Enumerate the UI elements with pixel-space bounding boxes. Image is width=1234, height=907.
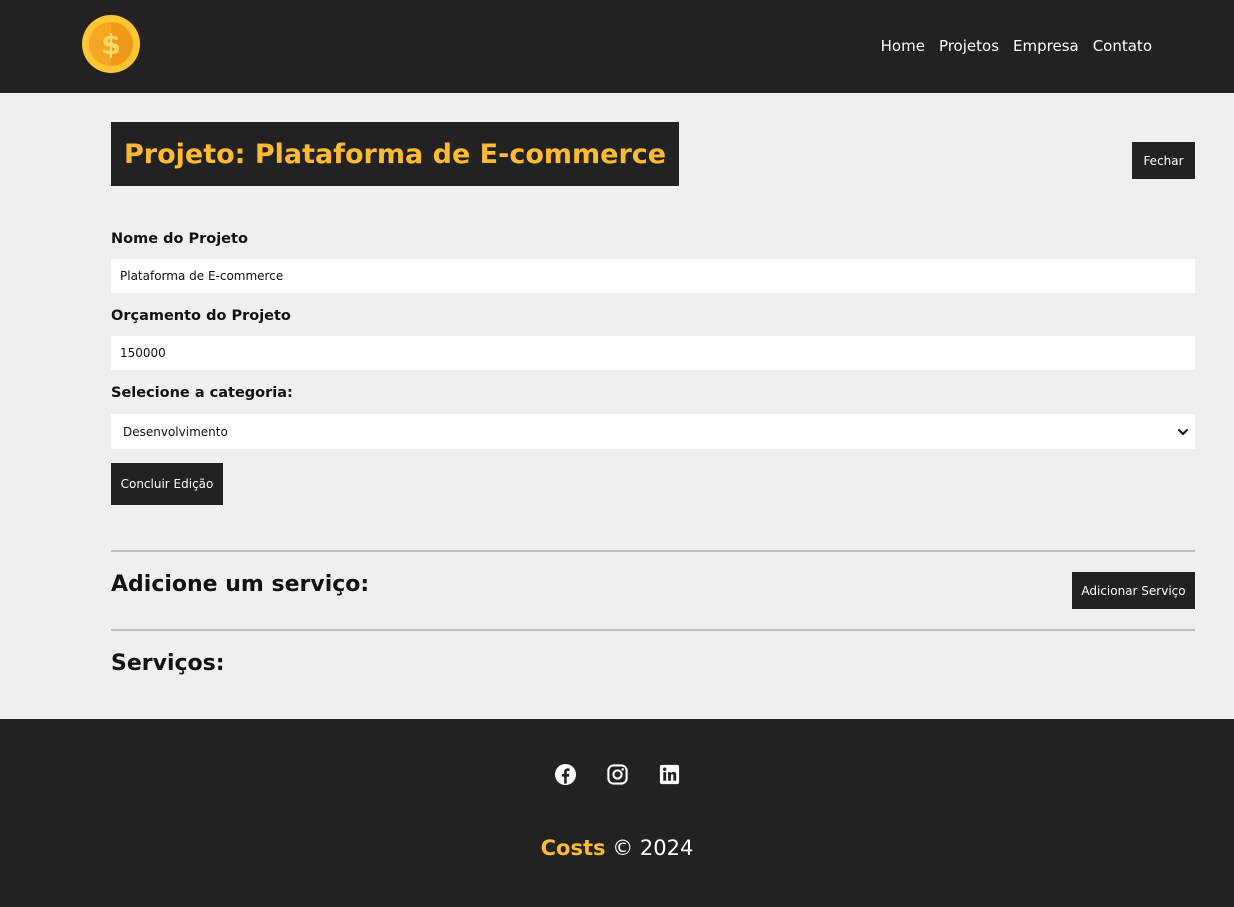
add-service-title: Adicione um serviço: bbox=[111, 572, 370, 597]
project-name-input[interactable] bbox=[111, 259, 1195, 293]
divider bbox=[111, 629, 1195, 631]
project-title-box: Projeto: Plataforma de E-commerce bbox=[111, 122, 680, 186]
copyright-text: © 2024 bbox=[612, 836, 694, 860]
close-button[interactable]: Fechar bbox=[1132, 142, 1195, 179]
divider bbox=[111, 550, 1195, 552]
linkedin-icon[interactable] bbox=[658, 763, 681, 786]
nav-link-home[interactable]: Home bbox=[881, 36, 925, 56]
svg-text:$: $ bbox=[101, 28, 120, 61]
project-budget-input[interactable] bbox=[111, 336, 1195, 370]
nav-link-projetos[interactable]: Projetos bbox=[939, 36, 999, 56]
project-budget-label: Orçamento do Projeto bbox=[111, 308, 291, 324]
page-title: Projeto: Plataforma de E-commerce bbox=[124, 138, 667, 170]
facebook-icon[interactable] bbox=[554, 763, 577, 786]
project-name-label: Nome do Projeto bbox=[111, 231, 248, 247]
main-nav: Home Projetos Empresa Contato bbox=[881, 36, 1152, 56]
navbar: $ Home Projetos Empresa Contato bbox=[0, 0, 1234, 93]
coin-dollar-icon[interactable]: $ bbox=[81, 14, 141, 74]
instagram-icon[interactable] bbox=[606, 763, 629, 786]
submit-edit-button[interactable]: Concluir Edição bbox=[111, 463, 223, 505]
nav-link-contato[interactable]: Contato bbox=[1093, 36, 1152, 56]
services-list-title: Serviços: bbox=[111, 651, 225, 676]
social-links bbox=[0, 763, 1234, 786]
brand-name: Costs bbox=[540, 836, 606, 860]
project-detail: Projeto: Plataforma de E-commerce Fechar… bbox=[111, 93, 1195, 719]
nav-link-empresa[interactable]: Empresa bbox=[1013, 36, 1079, 56]
copyright: Costs © 2024 bbox=[0, 836, 1234, 860]
footer: Costs © 2024 bbox=[0, 719, 1234, 907]
category-label: Selecione a categoria: bbox=[111, 385, 293, 401]
category-select[interactable]: Desenvolvimento bbox=[111, 414, 1195, 449]
add-service-button[interactable]: Adicionar Serviço bbox=[1072, 572, 1195, 609]
